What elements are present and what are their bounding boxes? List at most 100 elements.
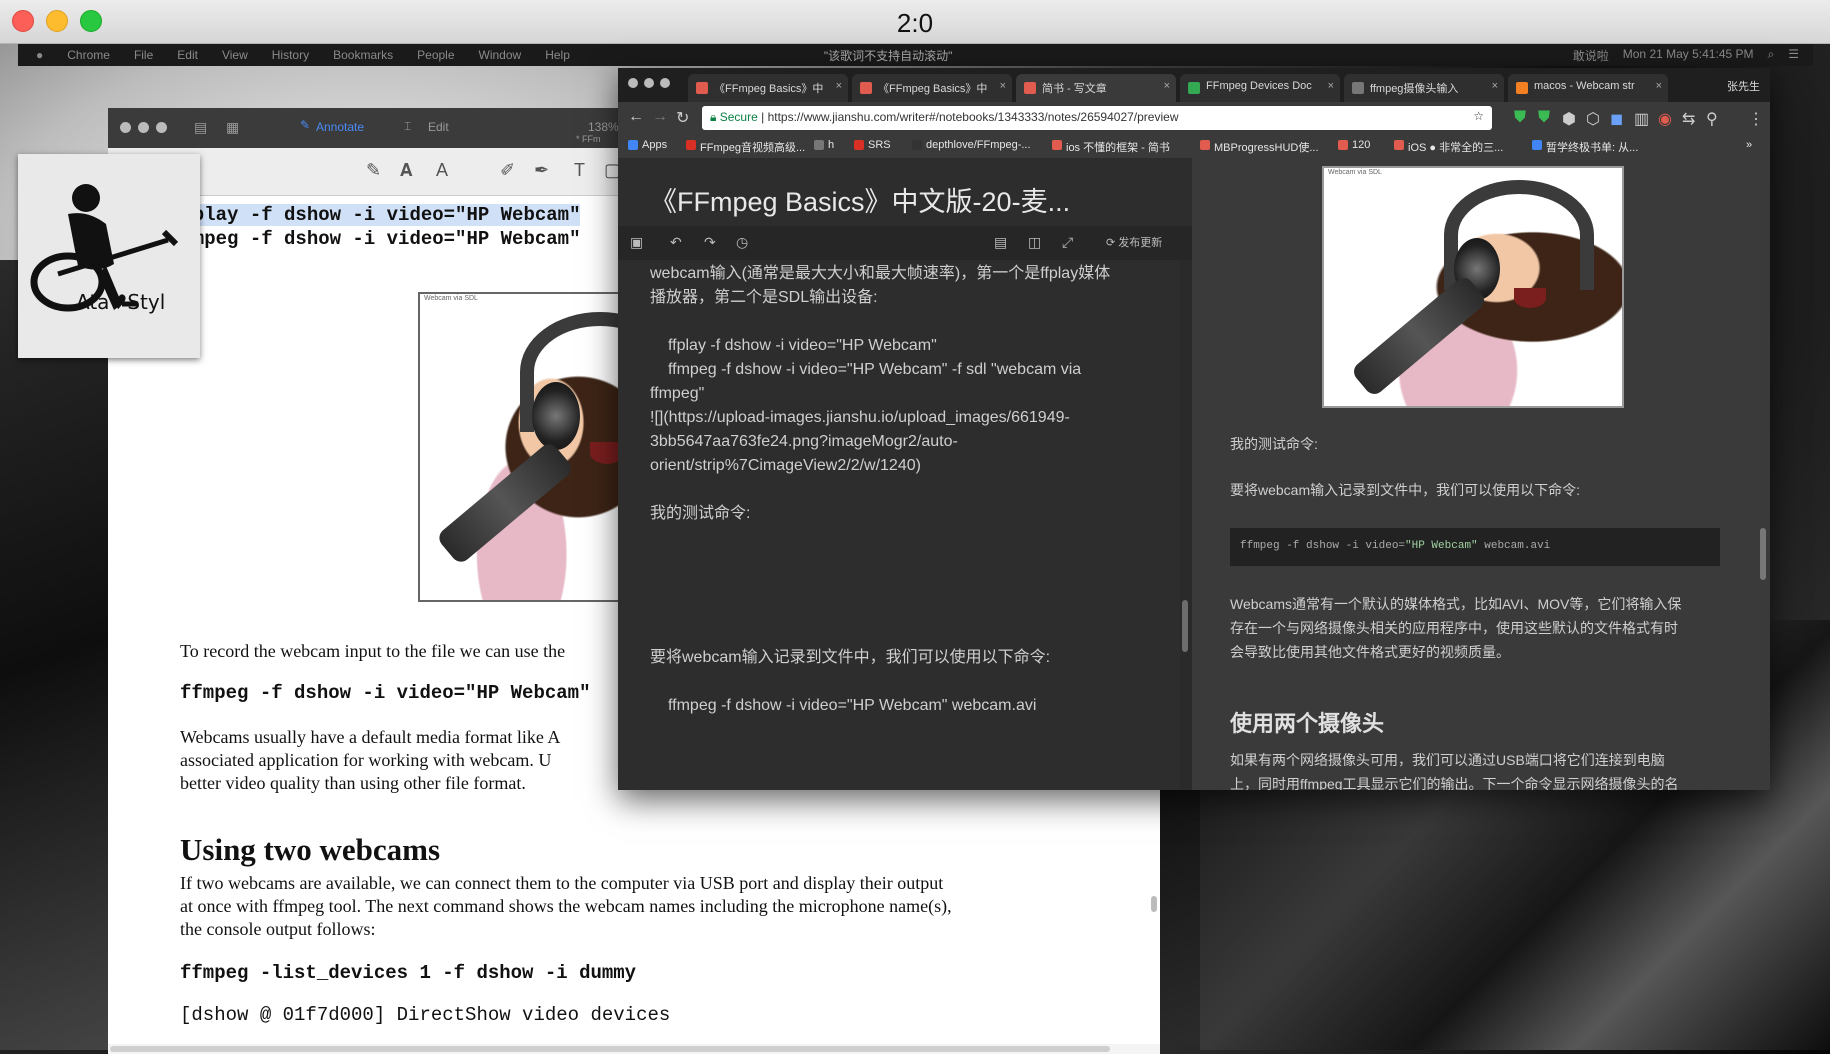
jianshu-favicon-icon: [696, 82, 708, 94]
publish-update-button[interactable]: ⟳ 发布更新: [1106, 234, 1162, 250]
bookmark-120[interactable]: 120: [1338, 139, 1370, 151]
close-tab-icon[interactable]: ×: [1000, 80, 1006, 92]
menu-bookmarks[interactable]: Bookmarks: [333, 48, 393, 62]
bookmark-depthlove[interactable]: depthlove/FFmpeg-...: [912, 139, 1031, 151]
fullscreen-icon[interactable]: ⤢: [1062, 234, 1073, 251]
sidebar-icon[interactable]: ▤: [194, 119, 207, 136]
close-tab-icon[interactable]: ×: [1164, 80, 1170, 92]
pdf-horizontal-scrollbar[interactable]: [108, 1044, 1160, 1054]
editor-toolbar: ▣ ↶ ↷ ◷ ▤ ◫ ⤢ ⟳ 发布更新: [618, 226, 1192, 260]
search-icon[interactable]: ⌕: [1768, 47, 1775, 64]
bookmark-ios-frameworks[interactable]: ios 不懂的框架 - 简书: [1052, 139, 1170, 155]
close-icon[interactable]: [628, 78, 638, 88]
bookmark-booklist[interactable]: 暂学终极书单: 从...: [1532, 139, 1638, 155]
editor-line: 3bb5647aa763fe24.png?imageMogr2/auto-: [650, 433, 958, 450]
extension-icon[interactable]: ▥: [1634, 109, 1649, 129]
tab-ffmpeg-camera[interactable]: ffmpeg摄像头输入 ×: [1344, 74, 1504, 102]
list-icon[interactable]: ☰: [1788, 47, 1799, 64]
tab-jianshu-write[interactable]: 简书 - 写文章 ×: [1016, 74, 1176, 102]
tab-ffmpeg-basics-2[interactable]: 《FFmpeg Basics》中 ×: [852, 74, 1012, 102]
bookmark-ffmpeg-av[interactable]: FFmpeg音视频高级...: [686, 139, 805, 155]
bookmark-favicon-icon: [686, 140, 696, 150]
zoom-icon[interactable]: [660, 78, 670, 88]
extension-icon[interactable]: ◼: [1610, 109, 1623, 129]
text-tool-icon[interactable]: T: [574, 160, 585, 181]
extension-icon[interactable]: ⬡: [1586, 109, 1600, 129]
bookmark-favicon-icon: [854, 140, 864, 150]
annotate-pen-icon[interactable]: ✎: [300, 118, 310, 132]
close-tab-icon[interactable]: ×: [1328, 80, 1334, 92]
extension-icon[interactable]: ⚲: [1706, 109, 1718, 129]
close-tab-icon[interactable]: ×: [836, 80, 842, 92]
split-view-icon[interactable]: ◫: [1028, 234, 1041, 251]
pen-icon[interactable]: ✐: [500, 160, 515, 181]
tab-macos-webcam[interactable]: macos - Webcam str ×: [1508, 74, 1668, 102]
extension-shield2-icon[interactable]: ⛊: [1538, 109, 1550, 127]
menu-people[interactable]: People: [417, 48, 454, 62]
image-icon[interactable]: ▣: [630, 234, 643, 251]
reload-icon[interactable]: ↻: [676, 108, 689, 128]
desktop-wallpaper-shard: [0, 260, 120, 1050]
edit-button[interactable]: Edit: [428, 120, 449, 134]
menu-window[interactable]: Window: [479, 48, 522, 62]
logo-card: Ata♥Styl: [18, 154, 200, 358]
close-icon[interactable]: [120, 122, 131, 133]
browser-toolbar: ← → ↻ 🔒︎ Secure | https://www.jianshu.co…: [618, 102, 1770, 134]
redo-icon[interactable]: ↷: [704, 234, 716, 251]
tab-ffmpeg-devices[interactable]: FFmpeg Devices Doc ×: [1180, 74, 1340, 102]
article-title[interactable]: 《FFmpeg Basics》中文版-20-麦...: [650, 180, 1070, 219]
editor-line: webcam输入(通常是最大大小和最大帧速率)，第一个是ffplay媒体: [650, 265, 1111, 282]
history-icon[interactable]: ◷: [736, 234, 748, 251]
url-text[interactable]: https://www.jianshu.com/writer#/notebook…: [768, 110, 1179, 124]
back-icon[interactable]: ←: [628, 108, 644, 126]
profile-name[interactable]: 张先生: [1727, 78, 1760, 94]
text-recognition-icon[interactable]: ✎: [366, 160, 381, 181]
zoom-icon[interactable]: [156, 122, 167, 133]
editor-scrollbar[interactable]: [1180, 260, 1192, 790]
bookmark-h[interactable]: h: [814, 139, 834, 151]
menu-file[interactable]: File: [134, 48, 153, 62]
preview-two-webcams-line-2: 上，同时用ffmpeg工具显示它们的输出。下一个命令显示网络摄像头的名: [1230, 776, 1679, 790]
annotate-button[interactable]: Annotate: [316, 120, 364, 134]
pdf-paragraph-two-1: If two webcams are available, we can con…: [180, 873, 944, 893]
star-icon[interactable]: ☆: [1473, 109, 1484, 123]
edit-cursor-icon[interactable]: ⌶: [404, 119, 411, 134]
highlighter-icon[interactable]: ✒: [534, 160, 549, 181]
extension-icon[interactable]: ◉: [1658, 109, 1672, 129]
bookmark-apps[interactable]: Apps: [628, 139, 667, 151]
more-bookmarks-icon[interactable]: »: [1746, 139, 1752, 151]
markdown-editor: 《FFmpeg Basics》中文版-20-麦... ▣ ↶ ↷ ◷ ▤ ◫ ⤢…: [618, 158, 1192, 790]
bookmark-ios-third-party[interactable]: iOS ● 非常全的三...: [1394, 139, 1503, 155]
thumbnails-icon[interactable]: ▦: [226, 119, 239, 136]
minimize-icon[interactable]: [138, 122, 149, 133]
preview-scrollbar[interactable]: [1756, 158, 1770, 790]
extension-icon[interactable]: ⬢: [1562, 109, 1576, 129]
bookmark-mbprogresshud[interactable]: MBProgressHUD使...: [1200, 139, 1319, 155]
zoom-level[interactable]: 138%: [588, 120, 619, 134]
text-style-icon[interactable]: A: [436, 160, 448, 181]
clock[interactable]: Mon 21 May 5:41:45 PM: [1623, 47, 1754, 64]
close-tab-icon[interactable]: ×: [1656, 80, 1662, 92]
save-icon[interactable]: ▤: [994, 234, 1007, 251]
undo-icon[interactable]: ↶: [670, 234, 682, 251]
text-bold-icon[interactable]: 𝐀: [400, 160, 413, 181]
tab-strip: 《FFmpeg Basics》中 × 《FFmpeg Basics》中 × 简书 -…: [618, 68, 1770, 102]
forward-icon[interactable]: →: [652, 108, 668, 126]
extension-icon[interactable]: ⇆: [1682, 109, 1695, 129]
tab-ffmpeg-basics-1[interactable]: 《FFmpeg Basics》中 ×: [688, 74, 848, 102]
menu-view[interactable]: View: [222, 48, 248, 62]
jianshu-favicon-icon: [1338, 140, 1348, 150]
menu-icon[interactable]: ⋮: [1748, 109, 1764, 129]
menu-chrome[interactable]: Chrome: [67, 48, 110, 62]
menu-history[interactable]: History: [272, 48, 309, 62]
user-name[interactable]: 敢说啦: [1573, 47, 1609, 64]
extension-shield-icon[interactable]: ⛊: [1514, 109, 1526, 127]
menu-edit[interactable]: Edit: [177, 48, 198, 62]
close-tab-icon[interactable]: ×: [1492, 80, 1498, 92]
menu-help[interactable]: Help: [545, 48, 570, 62]
apple-icon[interactable]: ●: [36, 48, 43, 62]
minimize-icon[interactable]: [644, 78, 654, 88]
address-bar[interactable]: 🔒︎ Secure | https://www.jianshu.com/writ…: [702, 106, 1492, 130]
editor-line: ffmpeg -f dshow -i video="HP Webcam" web…: [668, 697, 1037, 714]
bookmark-srs[interactable]: SRS: [854, 139, 891, 151]
